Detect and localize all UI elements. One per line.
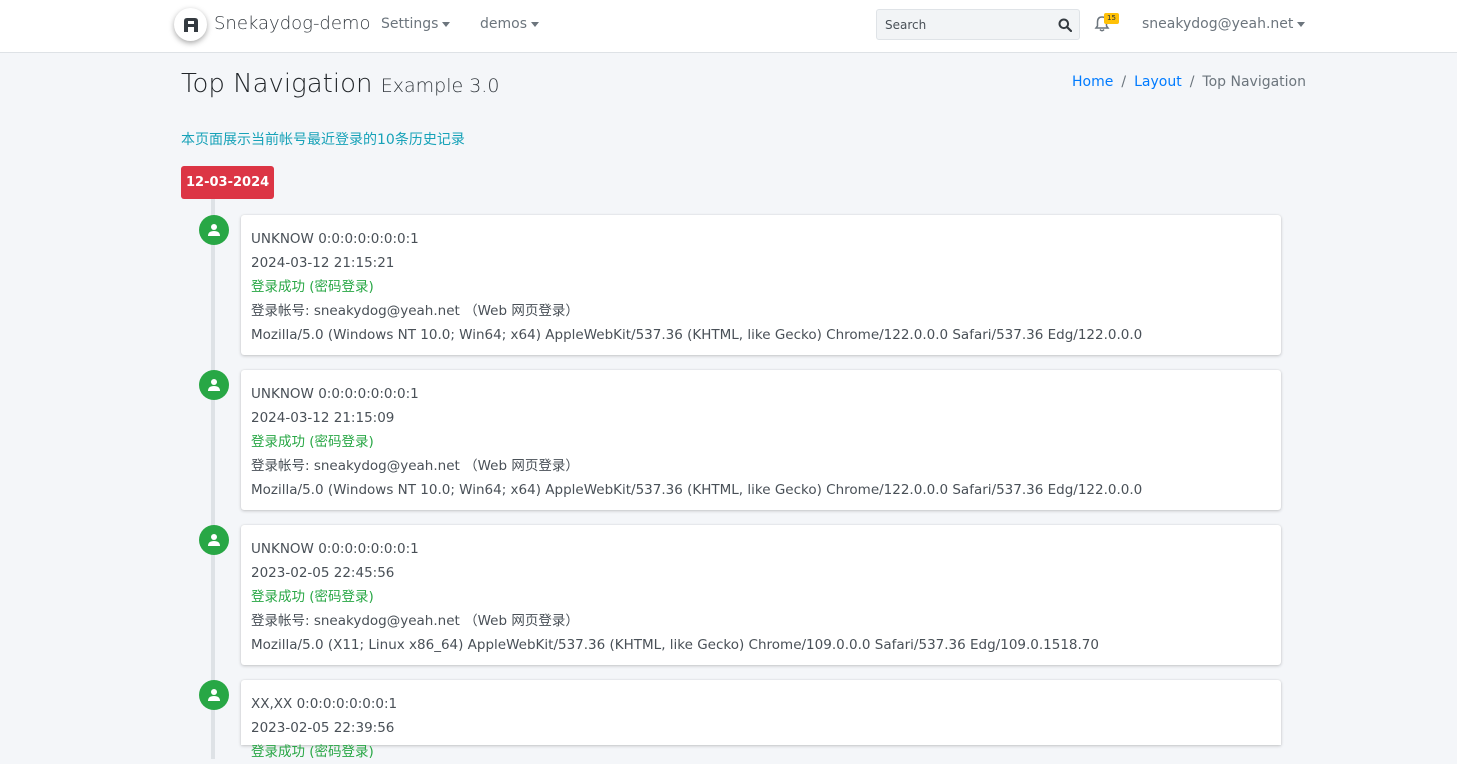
breadcrumb-layout[interactable]: Layout: [1134, 74, 1182, 90]
search-form: [876, 9, 1080, 40]
chevron-down-icon: [1297, 21, 1306, 27]
timeline-line: [211, 199, 215, 759]
login-account: 登录帐号: sneakydog@yeah.net （Web 网页登录）: [251, 458, 579, 474]
login-account: 登录帐号: sneakydog@yeah.net （Web 网页登录）: [251, 303, 579, 319]
timeline-item: XX,XX 0:0:0:0:0:0:0:1 2023-02-05 22:39:5…: [241, 680, 1281, 760]
breadcrumb-separator: /: [1121, 74, 1127, 90]
login-time: 2024-03-12 21:15:09: [251, 410, 395, 426]
user-email: sneakydog@yeah.net: [1142, 16, 1294, 32]
timeline-date-label: 12-03-2024: [181, 166, 275, 199]
nav-settings-label: Settings: [381, 16, 439, 32]
login-location: UNKNOW 0:0:0:0:0:0:0:1: [251, 231, 419, 247]
login-user-agent: Mozilla/5.0 (X11; Linux x86_64) AppleWeb…: [251, 637, 1099, 653]
login-status: 登录成功 (密码登录): [251, 434, 374, 450]
user-icon: [199, 525, 229, 555]
nav-settings-dropdown[interactable]: Settings: [381, 16, 451, 32]
brand-logo-icon: [183, 17, 198, 32]
brand-name[interactable]: Snekaydog-demo: [214, 13, 370, 34]
breadcrumb-separator: /: [1189, 74, 1195, 90]
login-user-agent: Mozilla/5.0 (Windows NT 10.0; Win64; x64…: [251, 327, 1143, 343]
intro-text: 本页面展示当前帐号最近登录的10条历史记录: [181, 132, 465, 148]
login-time: 2023-02-05 22:39:56: [251, 720, 395, 736]
user-icon: [199, 370, 229, 400]
login-status: 登录成功 (密码登录): [251, 744, 374, 760]
nav-demos-label: demos: [480, 16, 527, 32]
search-icon: [1058, 18, 1072, 32]
nav-demos-dropdown[interactable]: demos: [480, 16, 539, 32]
login-location: UNKNOW 0:0:0:0:0:0:0:1: [251, 541, 419, 557]
page-title: Top Navigation Example 3.0: [181, 69, 499, 99]
chevron-down-icon: [442, 21, 451, 27]
login-user-agent: Mozilla/5.0 (Windows NT 10.0; Win64; x64…: [251, 482, 1143, 498]
page-subtitle: Example 3.0: [380, 75, 500, 97]
notification-count-badge: 15: [1104, 13, 1119, 24]
top-navbar: Snekaydog-demo Settings demos 15 sneakyd…: [0, 0, 1457, 53]
breadcrumb: Home / Layout / Top Navigation: [1072, 74, 1306, 90]
login-account: 登录帐号: sneakydog@yeah.net （Web 网页登录）: [251, 613, 579, 629]
timeline-item: UNKNOW 0:0:0:0:0:0:0:1 2023-02-05 22:45:…: [241, 525, 1281, 665]
user-icon: [199, 680, 229, 710]
user-menu-dropdown[interactable]: sneakydog@yeah.net: [1142, 16, 1306, 32]
login-location: UNKNOW 0:0:0:0:0:0:0:1: [251, 386, 419, 402]
login-location: XX,XX 0:0:0:0:0:0:0:1: [251, 696, 398, 712]
login-time: 2023-02-05 22:45:56: [251, 565, 395, 581]
search-button[interactable]: [1051, 10, 1079, 39]
page-title-text: Top Navigation: [181, 69, 373, 99]
breadcrumb-home[interactable]: Home: [1072, 74, 1113, 90]
login-time: 2024-03-12 21:15:21: [251, 255, 395, 271]
brand-logo[interactable]: [174, 8, 207, 41]
breadcrumb-current: Top Navigation: [1202, 74, 1306, 90]
chevron-down-icon: [531, 21, 539, 27]
login-status: 登录成功 (密码登录): [251, 589, 374, 605]
search-input[interactable]: [877, 10, 1047, 39]
timeline-item: UNKNOW 0:0:0:0:0:0:0:1 2024-03-12 21:15:…: [241, 370, 1281, 510]
user-icon: [199, 215, 229, 245]
timeline-item: UNKNOW 0:0:0:0:0:0:0:1 2024-03-12 21:15:…: [241, 215, 1281, 355]
login-status: 登录成功 (密码登录): [251, 279, 374, 295]
